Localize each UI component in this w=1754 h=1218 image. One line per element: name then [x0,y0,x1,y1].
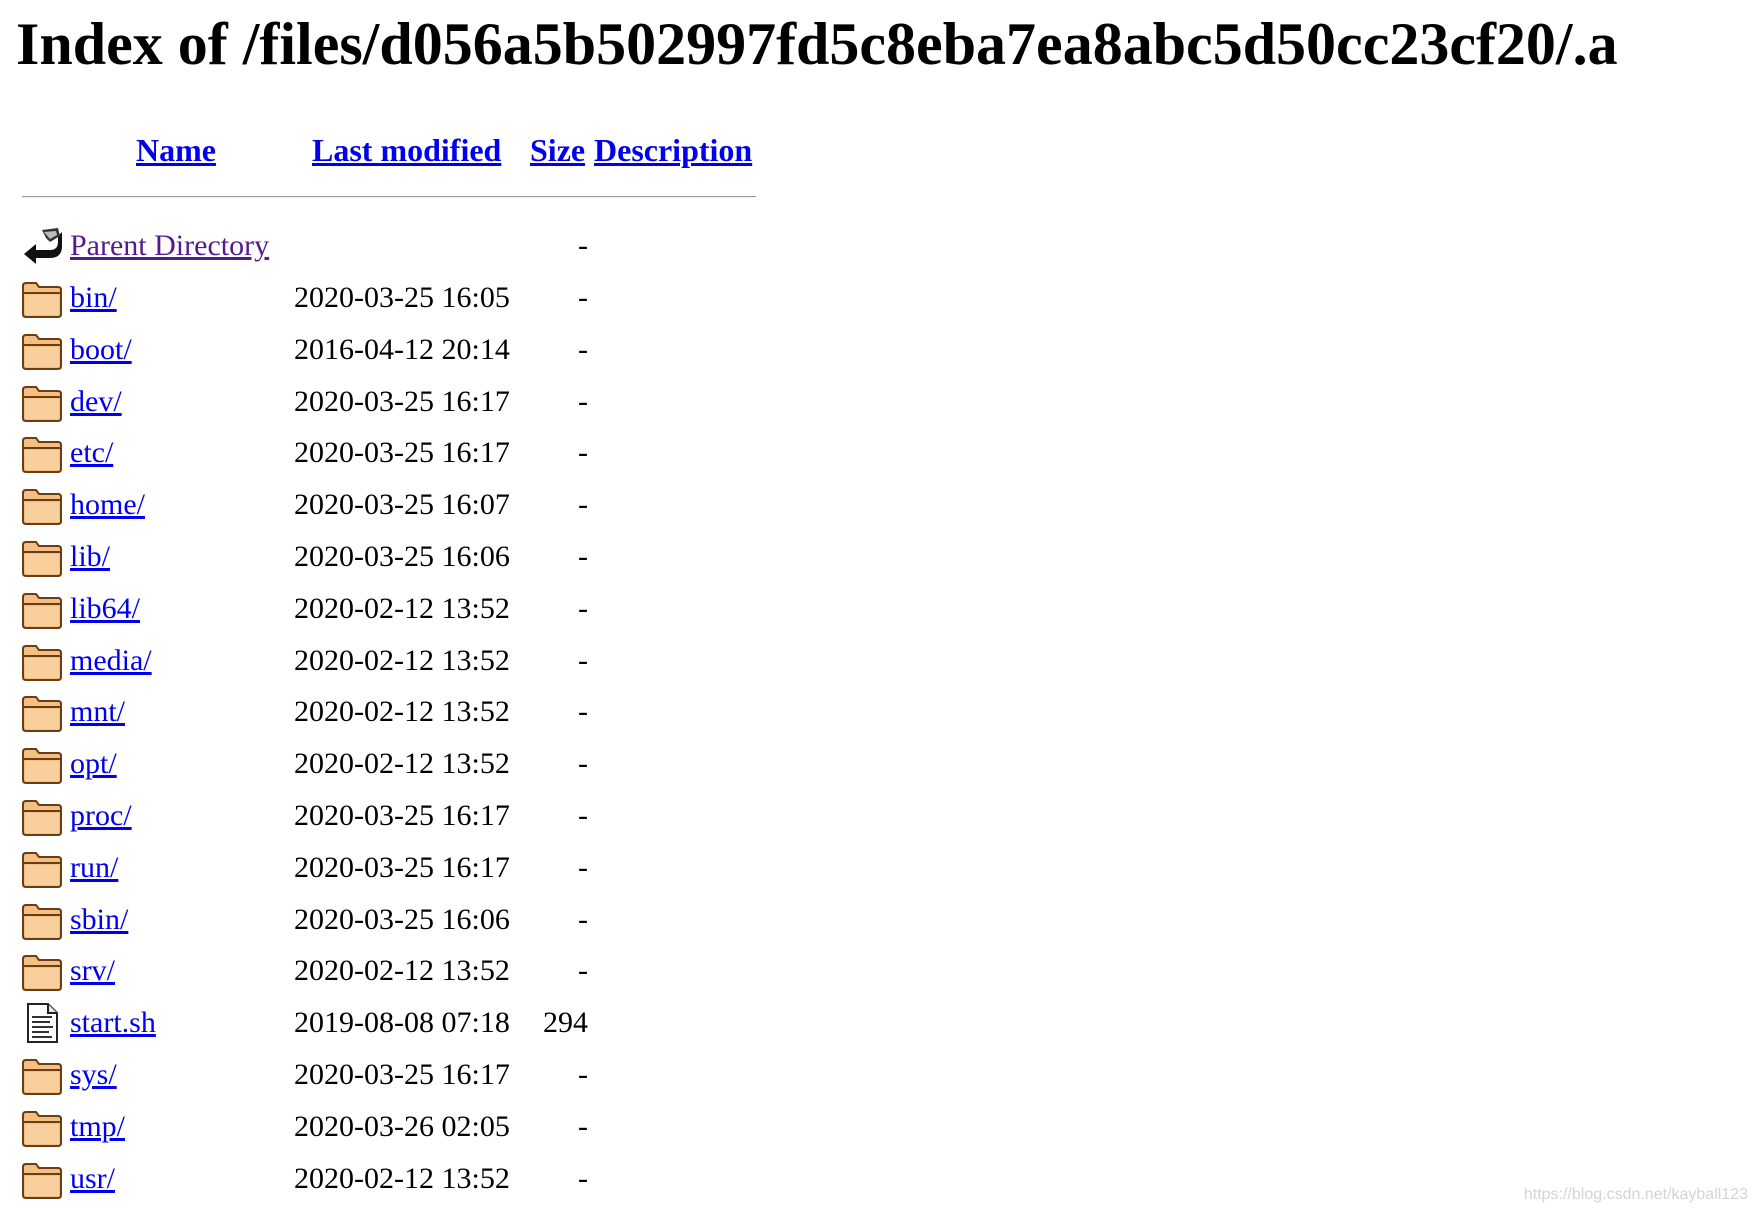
entry-last-modified: 2020-02-12 13:52 [294,1162,510,1195]
table-row: srv/2020-02-12 13:52 - [0,945,800,997]
entry-link-home[interactable]: home/ [70,479,145,531]
entry-last-modified: 2020-02-12 13:52 [294,592,510,625]
entry-link-dev[interactable]: dev/ [70,376,122,428]
entry-size: - [578,1162,588,1195]
entry-last-modified: 2020-03-25 16:17 [294,436,510,469]
entry-last-modified: 2020-03-25 16:06 [294,903,510,936]
entry-last-modified: 2020-02-12 13:52 [294,747,510,780]
entry-link-bin[interactable]: bin/ [70,272,117,324]
folder-icon [22,386,62,422]
entry-last-modified: 2016-04-12 20:14 [294,333,510,366]
table-row: lib/2020-03-25 16:06 - [0,531,800,583]
text-file-icon [27,1003,58,1043]
entry-size: - [578,903,588,936]
table-row: dev/2020-03-25 16:17 - [0,376,800,428]
folder-icon [22,334,62,370]
entry-link-mnt[interactable]: mnt/ [70,686,125,738]
folder-icon [22,904,62,940]
entry-link-usr[interactable]: usr/ [70,1153,115,1205]
watermark: https://blog.csdn.net/kayball123 [1523,1186,1748,1203]
entry-last-modified: 2020-03-25 16:17 [294,799,510,832]
entry-size: - [578,436,588,469]
entry-size: - [578,851,588,884]
entry-link-srv[interactable]: srv/ [70,945,115,997]
entry-size: - [578,644,588,677]
entry-last-modified: 2020-02-12 13:52 [294,954,510,987]
folder-icon [22,282,62,318]
entry-link-sys[interactable]: sys/ [70,1049,117,1101]
entry-size: - [578,1058,588,1091]
entry-last-modified: 2020-03-25 16:17 [294,1058,510,1091]
entry-link-boot[interactable]: boot/ [70,324,132,376]
file-listing: Parent Directory - bin/2020-03-25 16:05 -… [0,0,800,1218]
folder-icon [22,645,62,681]
entry-size: - [578,333,588,366]
table-row: etc/2020-03-25 16:17 - [0,427,800,479]
table-row: boot/2016-04-12 20:14 - [0,324,800,376]
entry-size: - [578,540,588,573]
folder-icon [22,748,62,784]
folder-icon [22,1163,62,1199]
back-arrow-icon [24,228,62,264]
folder-icon [22,1059,62,1095]
entry-size: - [578,385,588,418]
entry-size: - [578,954,588,987]
table-row: usr/2020-02-12 13:52 - [0,1153,800,1205]
entry-link-opt[interactable]: opt/ [70,738,117,790]
folder-icon [22,541,62,577]
entry-link-proc[interactable]: proc/ [70,790,132,842]
entry-last-modified: 2020-03-25 16:07 [294,488,510,521]
entry-size: - [578,747,588,780]
entry-last-modified: 2020-02-12 13:52 [294,695,510,728]
entry-size: - [578,592,588,625]
table-row: run/2020-03-25 16:17 - [0,842,800,894]
parent-directory-row: Parent Directory - [0,220,800,272]
table-row: media/2020-02-12 13:52 - [0,635,800,687]
entry-link-etc[interactable]: etc/ [70,427,113,479]
table-row: lib64/2020-02-12 13:52 - [0,583,800,635]
entry-last-modified: 2020-03-25 16:17 [294,851,510,884]
entry-size: - [578,799,588,832]
folder-icon [22,955,62,991]
table-row: start.sh 2019-08-08 07:18 294 [0,997,800,1049]
entry-last-modified: 2020-03-25 16:06 [294,540,510,573]
table-row: bin/2020-03-25 16:05 - [0,272,800,324]
entry-size: - [578,1110,588,1143]
entry-last-modified: 2020-03-26 02:05 [294,1110,510,1143]
entry-last-modified: 2020-03-25 16:17 [294,385,510,418]
table-row: tmp/2020-03-26 02:05 - [0,1101,800,1153]
entry-size: - [578,281,588,314]
entry-link-tmp[interactable]: tmp/ [70,1101,125,1153]
entry-link-start-sh[interactable]: start.sh [70,997,156,1049]
folder-icon [22,696,62,732]
entry-link-lib64[interactable]: lib64/ [70,583,140,635]
entry-last-modified: 2020-03-25 16:05 [294,281,510,314]
table-row: mnt/2020-02-12 13:52 - [0,686,800,738]
entry-link-run[interactable]: run/ [70,842,118,894]
parent-directory-size: - [578,229,588,262]
entry-size: - [578,695,588,728]
table-row: home/2020-03-25 16:07 - [0,479,800,531]
folder-icon [22,489,62,525]
table-row: sys/2020-03-25 16:17 - [0,1049,800,1101]
entry-size: 294 [543,1006,588,1039]
folder-icon [22,437,62,473]
folder-icon [22,800,62,836]
parent-directory-link[interactable]: Parent Directory [70,220,269,272]
entry-link-sbin[interactable]: sbin/ [70,894,128,946]
table-row: sbin/2020-03-25 16:06 - [0,894,800,946]
entry-last-modified: 2019-08-08 07:18 [294,1006,510,1039]
table-row: proc/2020-03-25 16:17 - [0,790,800,842]
table-row: opt/2020-02-12 13:52 - [0,738,800,790]
entry-last-modified: 2020-02-12 13:52 [294,644,510,677]
entry-size: - [578,488,588,521]
folder-icon [22,852,62,888]
entry-link-lib[interactable]: lib/ [70,531,110,583]
folder-icon [22,593,62,629]
folder-icon [22,1111,62,1147]
entry-link-media[interactable]: media/ [70,635,152,687]
